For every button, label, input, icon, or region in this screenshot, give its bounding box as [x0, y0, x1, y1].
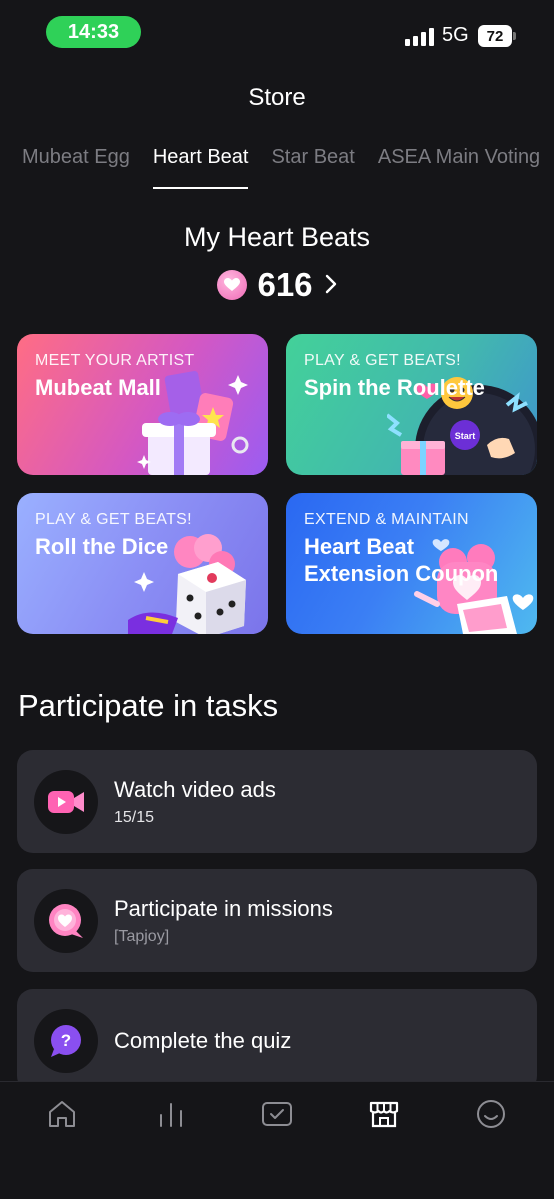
balance-heading: My Heart Beats: [183, 222, 371, 252]
heart-coin-icon: [217, 270, 248, 300]
card-kicker: PLAY & GET BEATS!: [304, 352, 461, 369]
status-bar: 14:33 5G 72: [0, 0, 554, 62]
bottom-nav: [0, 1081, 554, 1199]
card-kicker: EXTEND & MAINTAIN: [304, 511, 469, 528]
card-title: Spin the Roulette: [304, 375, 485, 400]
card-spin-the-roulette[interactable]: PLAY & GET BEATS! Spin the Roulette Star…: [286, 334, 537, 475]
card-mubeat-mall[interactable]: MEET YOUR ARTIST Mubeat Mall: [17, 334, 268, 475]
store-tabs: Mubeat Egg Heart Beat Star Beat ASEA Mai…: [22, 146, 554, 189]
check-box-icon[interactable]: [261, 1098, 293, 1130]
task-provider: [Tapjoy]: [114, 927, 170, 945]
tasks-section-title: Participate in tasks: [18, 688, 279, 723]
task-complete-the-quiz[interactable]: ? Complete the quiz: [17, 989, 537, 1092]
tab-star-beat[interactable]: Star Beat: [271, 146, 354, 189]
tab-heart-beat[interactable]: Heart Beat: [152, 146, 249, 189]
chevron-right-icon[interactable]: [325, 270, 337, 301]
tab-mubeat-egg[interactable]: Mubeat Egg: [22, 146, 130, 189]
card-title-line2: Extension Coupon: [304, 561, 499, 586]
question-bubble-icon: ?: [34, 1008, 98, 1073]
svg-text:?: ?: [61, 1031, 71, 1050]
tab-asea-main-voting[interactable]: ASEA Main Voting: [378, 146, 540, 189]
status-time: 14:33: [46, 16, 141, 48]
battery-level: 72: [486, 27, 504, 45]
chart-icon[interactable]: [155, 1098, 187, 1130]
heart-chat-icon: [34, 888, 98, 953]
balance-row[interactable]: 616: [0, 266, 554, 304]
task-title: Complete the quiz: [114, 1027, 292, 1053]
card-title: Heart Beat Extension Coupon: [304, 533, 519, 587]
home-icon[interactable]: [46, 1098, 78, 1130]
smiley-icon[interactable]: [475, 1098, 507, 1130]
card-kicker: PLAY & GET BEATS!: [35, 511, 192, 528]
card-title-line1: Heart Beat: [304, 534, 415, 559]
network-type: 5G: [442, 24, 469, 46]
task-title: Participate in missions: [114, 895, 333, 921]
task-title: Watch video ads: [114, 776, 276, 802]
card-roll-the-dice[interactable]: PLAY & GET BEATS! Roll the Dice: [17, 493, 268, 634]
card-title: Roll the Dice: [35, 534, 169, 559]
store-icon[interactable]: [368, 1098, 400, 1130]
battery-icon: 72: [478, 25, 516, 47]
task-participate-in-missions[interactable]: Participate in missions [Tapjoy]: [17, 869, 537, 972]
video-camera-icon: [34, 769, 98, 834]
task-watch-video-ads[interactable]: Watch video ads 15/15: [17, 750, 537, 853]
signal-icon: [405, 28, 434, 46]
card-heart-beat-extension-coupon[interactable]: EXTEND & MAINTAIN Heart Beat Extension C…: [286, 493, 537, 634]
card-title: Mubeat Mall: [35, 375, 161, 400]
page-title: Store: [248, 84, 306, 111]
task-progress: 15/15: [114, 808, 155, 826]
start-label: Start: [455, 431, 476, 441]
heart-beats-count: 616: [257, 266, 313, 303]
